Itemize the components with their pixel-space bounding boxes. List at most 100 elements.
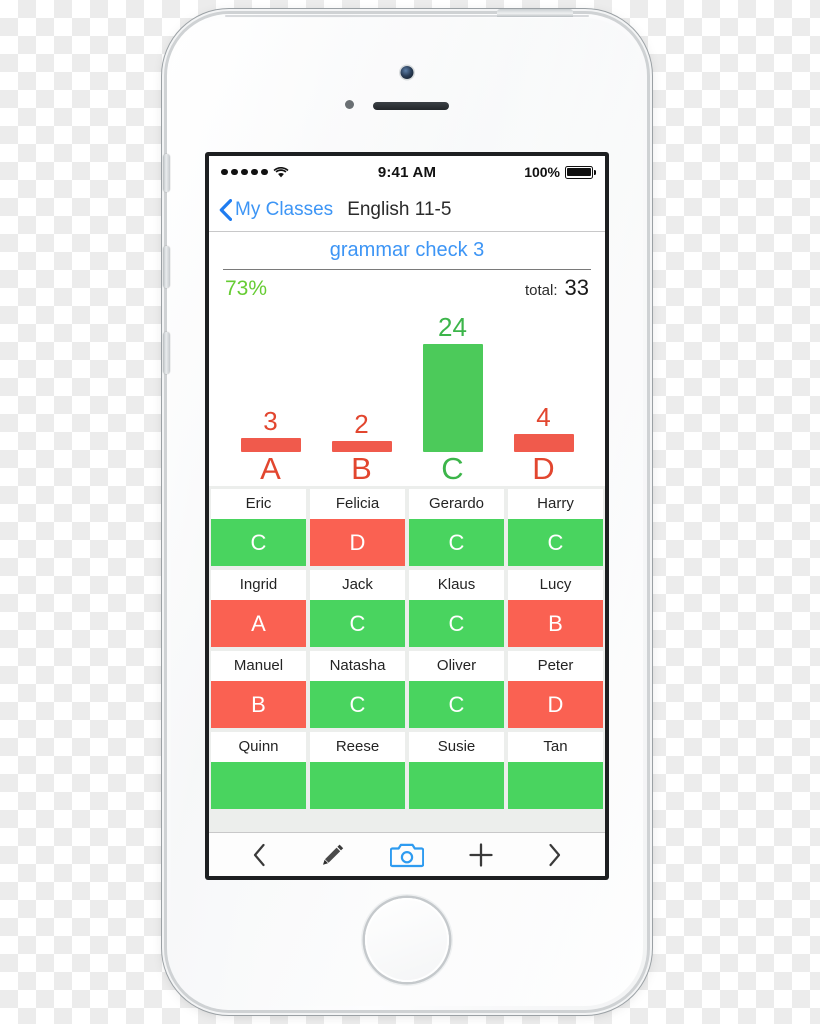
status-bar-right: 100% [524,164,597,180]
battery-full-icon [565,165,597,179]
student-name: Tan [508,732,603,762]
total-label: total: [524,282,558,299]
student-name: Lucy [508,570,603,600]
assignment-header: grammar check 3 73% total: 33 [209,232,605,301]
back-button-label[interactable]: My Classes [235,199,333,221]
student-name: Klaus [409,570,504,600]
grade-distribution-chart: 3 A 2 B 24 C 4 D [209,301,605,486]
student-name: Ingrid [211,570,306,600]
student-grid: Eric C Felicia D Gerardo C Harry C Ingrid A Jack C K… [209,489,605,809]
student-grid-scroll[interactable]: Eric C Felicia D Gerardo C Harry C Ingrid A Jack C K… [209,486,605,832]
student-cell[interactable]: Natasha C [310,651,405,728]
student-cell[interactable]: Gerardo C [409,489,504,566]
chart-bar-label: B [351,451,372,487]
student-cell[interactable]: Reese [310,732,405,809]
student-grade-badge[interactable]: C [211,519,306,566]
student-cell[interactable]: Eric C [211,489,306,566]
edit-button[interactable] [310,838,356,872]
student-cell[interactable]: Tan [508,732,603,809]
assignment-title[interactable]: grammar check 3 [223,239,591,269]
screen-bezel: 9:41 AM 100% My Classes English 11-5 gra… [205,152,609,880]
student-cell[interactable]: Klaus C [409,570,504,647]
student-name: Manuel [211,651,306,681]
student-grade-badge[interactable]: C [310,600,405,647]
student-name: Natasha [310,651,405,681]
add-button[interactable] [458,838,504,872]
student-name: Peter [508,651,603,681]
score-percent: 73% [225,277,268,300]
plus-icon [468,842,493,867]
student-grade-badge[interactable]: B [508,600,603,647]
student-name: Felicia [310,489,405,519]
camera-icon [389,843,424,867]
student-grade-badge[interactable]: D [508,681,603,728]
total-group: total: 33 [525,275,589,301]
chart-bar-value: 2 [354,409,369,440]
student-cell[interactable]: Manuel B [211,651,306,728]
student-cell[interactable]: Quinn [211,732,306,809]
student-cell[interactable]: Ingrid A [211,570,306,647]
chart-bar-group: 24 C [407,301,498,486]
student-cell[interactable]: Peter D [508,651,603,728]
chart-bar-group: 4D [498,301,589,486]
home-button[interactable] [365,898,449,982]
student-grade-badge[interactable]: B [211,681,306,728]
chart-bar-label: C [441,451,464,487]
student-name: Jack [310,570,405,600]
navigation-bar: My Classes English 11-5 [209,188,605,232]
student-grade-badge[interactable]: A [211,600,306,647]
student-name: Eric [211,489,306,519]
student-grade-badge[interactable] [310,762,405,809]
chevron-right-icon [549,843,560,866]
chevron-left-icon [254,843,265,866]
assignment-stats: 73% total: 33 [223,270,591,301]
chart-bar-group: 3A [225,301,316,486]
student-cell[interactable]: Susie [409,732,504,809]
student-cell[interactable]: Harry C [508,489,603,566]
student-cell[interactable]: Felicia D [310,489,405,566]
student-cell[interactable]: Oliver C [409,651,504,728]
chevron-left-icon[interactable] [219,198,232,221]
student-name: Gerardo [409,489,504,519]
volume-up-button[interactable] [163,246,170,288]
chart-bar-label: D [532,451,555,487]
student-name: Harry [508,489,603,519]
student-grade-badge[interactable]: C [508,519,603,566]
student-grade-badge[interactable] [409,762,504,809]
mute-switch[interactable] [163,154,170,192]
student-grade-badge[interactable] [211,762,306,809]
volume-down-button[interactable] [163,332,170,374]
chart-bar-group: 2B [316,301,407,486]
chart-bar [422,344,483,453]
battery-percent-label: 100% [524,164,560,180]
next-button[interactable] [531,838,577,872]
student-name: Susie [409,732,504,762]
student-name: Oliver [409,651,504,681]
student-grade-badge[interactable]: D [310,519,405,566]
chart-bar-value: 4 [536,402,551,433]
previous-button[interactable] [237,838,283,872]
student-cell[interactable]: Lucy B [508,570,603,647]
student-grade-badge[interactable]: C [310,681,405,728]
student-grade-badge[interactable]: C [409,600,504,647]
student-grade-badge[interactable]: C [409,519,504,566]
status-bar: 9:41 AM 100% [209,156,605,188]
camera-button[interactable] [384,838,430,872]
power-button[interactable] [497,9,573,17]
student-name: Reese [310,732,405,762]
student-name: Quinn [211,732,306,762]
student-cell[interactable]: Jack C [310,570,405,647]
chart-bar-value: 24 [438,312,467,343]
student-grade-badge[interactable]: C [409,681,504,728]
chart-bar-value: 3 [263,406,278,437]
phone-device: 9:41 AM 100% My Classes English 11-5 gra… [163,9,647,1010]
bottom-toolbar [209,832,605,876]
chart-bar [240,438,301,453]
pencil-icon [323,844,344,865]
proximity-sensor-icon [345,100,354,109]
front-camera-icon [400,66,414,79]
total-value: 33 [564,275,589,300]
chart-bar-label: A [260,451,281,487]
student-grade-badge[interactable] [508,762,603,809]
earpiece-speaker [373,102,449,110]
